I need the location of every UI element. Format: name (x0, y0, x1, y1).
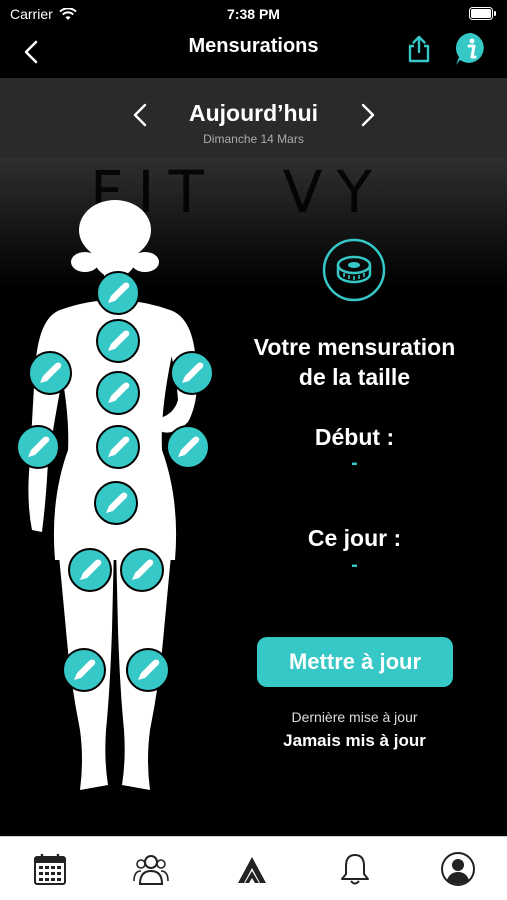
update-button[interactable]: Mettre à jour (257, 637, 453, 687)
measure-point-right-thigh[interactable] (120, 548, 164, 592)
measurement-heading-line2: de la taille (298, 364, 411, 390)
users-icon (133, 855, 169, 885)
start-label: Début : (314, 424, 395, 450)
measurement-heading-line1: Votre mensuration (253, 334, 456, 360)
tab-calendar[interactable] (32, 851, 68, 887)
measure-point-right-arm[interactable] (170, 351, 214, 395)
tab-notifications[interactable] (337, 851, 373, 887)
tape-icon (28, 436, 50, 457)
share-icon[interactable] (404, 34, 434, 64)
today-value: - (351, 554, 358, 576)
tab-bar (0, 836, 507, 900)
calendar-icon (34, 854, 66, 885)
selected-date: Dimanche 14 Mars (203, 132, 304, 146)
measure-point-right-forearm[interactable] (166, 425, 210, 469)
selected-day: Aujourd’hui (188, 100, 319, 126)
profile-icon (441, 852, 475, 886)
measure-point-neck[interactable] (96, 271, 140, 315)
tape-icon (108, 436, 130, 457)
next-date-chevron-icon[interactable] (356, 100, 380, 130)
date-selector: Aujourd’hui Dimanche 14 Mars (0, 78, 507, 158)
measuring-tape-icon (322, 238, 386, 302)
tab-profile[interactable] (440, 851, 476, 887)
last-update-label: Dernière mise à jour (291, 709, 418, 725)
bell-icon (341, 854, 369, 885)
tape-icon (178, 436, 200, 457)
measure-point-waist[interactable] (96, 425, 140, 469)
tape-icon (132, 559, 154, 580)
start-value: - (351, 452, 358, 474)
tape-icon (106, 492, 128, 513)
measure-point-left-forearm[interactable] (16, 425, 60, 469)
measure-point-right-calf[interactable] (126, 648, 170, 692)
navigation-bar: Mensurations (0, 28, 507, 78)
measure-point-left-thigh[interactable] (68, 548, 112, 592)
measure-point-chest[interactable] (96, 319, 140, 363)
tape-icon (74, 659, 96, 680)
tab-community[interactable] (133, 851, 169, 887)
measure-point-hips[interactable] (94, 481, 138, 525)
measure-point-left-arm[interactable] (28, 351, 72, 395)
status-time: 7:38 PM (227, 6, 280, 22)
tape-icon (138, 659, 160, 680)
status-bar: Carrier 7:38 PM (0, 0, 507, 28)
fitvy-logo-icon (238, 857, 266, 883)
tape-icon (108, 330, 130, 351)
today-label: Ce jour : (307, 525, 402, 551)
tape-icon (108, 382, 130, 403)
measure-point-left-calf[interactable] (62, 648, 106, 692)
tape-icon (80, 559, 102, 580)
tape-icon (182, 362, 204, 383)
tab-home[interactable] (234, 851, 270, 887)
measurement-heading: Votre mensuration de la taille (222, 332, 487, 392)
measure-point-bust[interactable] (96, 371, 140, 415)
battery-icon (469, 7, 496, 20)
info-icon[interactable] (453, 31, 489, 67)
tape-icon (40, 362, 62, 383)
last-update-value: Jamais mis à jour (283, 731, 426, 750)
tape-icon (108, 282, 130, 303)
